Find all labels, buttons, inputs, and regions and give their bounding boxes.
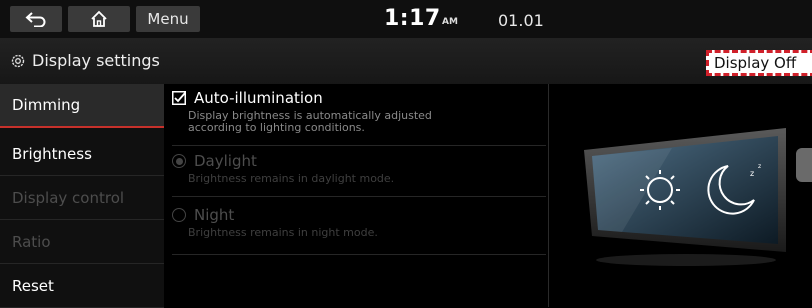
svg-text:z: z <box>750 169 754 178</box>
display-off-button[interactable]: Display Off <box>706 50 812 76</box>
sidebar-item-label: Display control <box>12 188 125 207</box>
night-option[interactable]: Night Brightness remains in night mode. <box>172 206 546 239</box>
sidebar-item-brightness[interactable]: Brightness <box>0 132 164 176</box>
home-icon <box>91 10 107 27</box>
sidebar-item-reset[interactable]: Reset <box>0 264 164 308</box>
sidebar-item-label: Dimming <box>12 96 81 114</box>
svg-text:z: z <box>758 163 761 170</box>
checkbox-checked-icon[interactable] <box>172 91 186 105</box>
option-divider <box>172 196 546 197</box>
option-divider <box>172 254 546 255</box>
radio-unselected-icon[interactable] <box>172 208 186 222</box>
clock-date: 01.01 <box>498 11 544 30</box>
night-label: Night <box>194 206 235 224</box>
sidebar-item-label: Brightness <box>12 144 92 163</box>
daylight-label: Daylight <box>194 152 257 170</box>
home-button[interactable] <box>68 6 130 32</box>
sidebar-item-dimming[interactable]: Dimming <box>0 84 164 128</box>
auto-illumination-option[interactable]: Auto-illumination Display brightness is … <box>172 89 546 134</box>
auto-illumination-label: Auto-illumination <box>194 89 323 107</box>
display-off-label: Display Off <box>714 54 797 72</box>
radio-selected-icon[interactable] <box>172 154 186 168</box>
daylight-desc: Brightness remains in daylight mode. <box>188 172 395 185</box>
back-button[interactable] <box>10 6 62 32</box>
side-panel-handle[interactable] <box>796 148 812 182</box>
night-desc: Brightness remains in night mode. <box>188 226 378 239</box>
page-title-text: Display settings <box>32 51 160 70</box>
sidebar-item-ratio[interactable]: Ratio <box>0 220 164 264</box>
auto-illumination-desc-2: according to lighting conditions. <box>188 121 365 134</box>
back-arrow-icon <box>25 12 46 27</box>
page-header: Display settings <box>0 38 812 85</box>
day-night-display-illustration: z z <box>584 128 786 266</box>
sidebar-item-display-control[interactable]: Display control <box>0 176 164 220</box>
option-divider <box>172 145 546 146</box>
gear-icon <box>11 54 25 67</box>
clock-time: 1:17 <box>384 6 441 31</box>
sidebar-item-label: Ratio <box>12 232 51 251</box>
menu-button[interactable]: Menu <box>136 6 200 32</box>
page-title: Display settings <box>10 51 160 70</box>
sidebar-item-label: Reset <box>12 276 54 295</box>
menu-button-label: Menu <box>147 10 189 28</box>
panel-divider <box>548 84 549 307</box>
clock-ampm: AM <box>442 17 458 27</box>
daylight-option[interactable]: Daylight Brightness remains in daylight … <box>172 152 546 185</box>
top-bar: Menu 1:17 AM 01.01 <box>0 0 812 38</box>
